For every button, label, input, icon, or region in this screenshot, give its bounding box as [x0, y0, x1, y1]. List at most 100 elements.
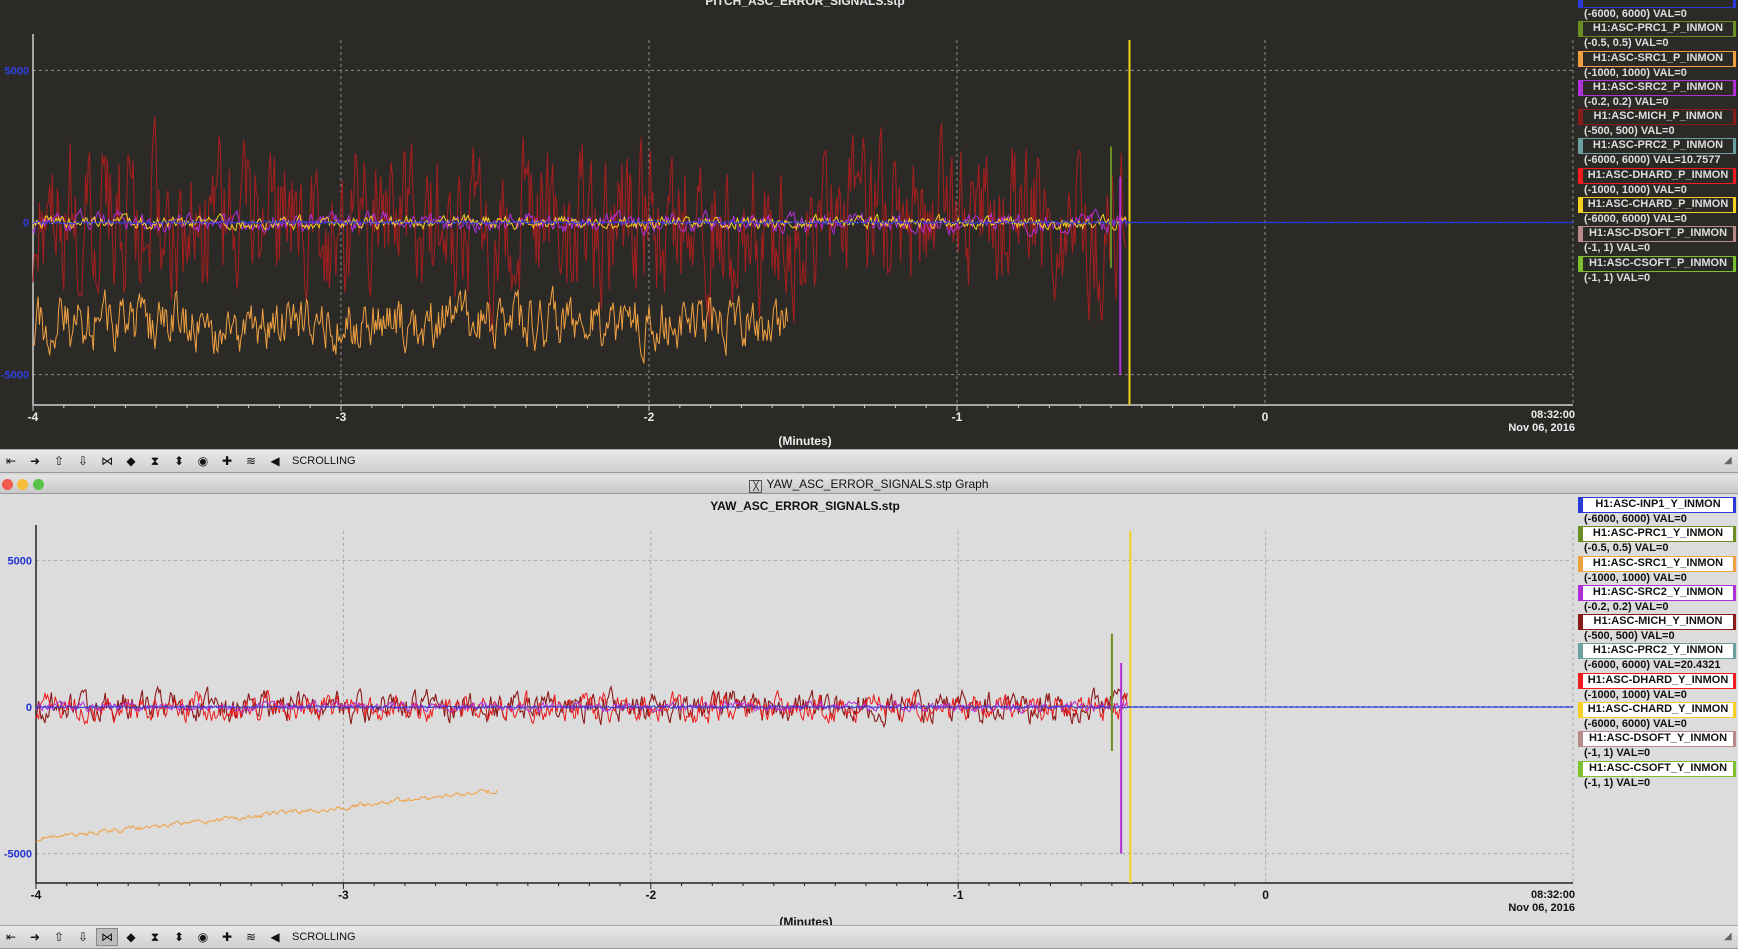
legend-channel-range: (-0.5, 0.5) VAL=0: [1584, 542, 1669, 555]
yaw-legend-item[interactable]: H1:ASC-DHARD_Y_INMON (-1000, 1000) VAL=0: [1578, 672, 1736, 702]
legend-channel-range: (-1000, 1000) VAL=0: [1584, 66, 1687, 79]
scroll-up-icon[interactable]: ⇧: [48, 452, 70, 470]
series-trace: [35, 789, 498, 843]
pitch-legend-item[interactable]: H1:ASC-SRC2_P_INMON (-0.2, 0.2) VAL=0: [1578, 79, 1736, 109]
pitch-legend-item[interactable]: H1:ASC-DHARD_P_INMON (-1000, 1000) VAL=0: [1578, 167, 1736, 197]
target-icon[interactable]: ◉: [192, 452, 214, 470]
legend-channel-range: (-1, 1) VAL=0: [1584, 747, 1651, 760]
x-tick-label: -4: [28, 410, 39, 424]
scroll-down-icon[interactable]: ⇩: [72, 928, 94, 946]
legend-channel-name: H1:ASC-PRC2_Y_INMON: [1578, 643, 1736, 660]
x-tick-label: -3: [338, 888, 349, 902]
legend-channel-name: H1:ASC-DSOFT_P_INMON: [1578, 226, 1736, 243]
legend-channel-name: H1:ASC-CHARD_Y_INMON: [1578, 702, 1736, 719]
zoom-y-out-icon[interactable]: ⬍: [168, 928, 190, 946]
zoom-x-in-icon[interactable]: ⋈: [96, 928, 118, 946]
x-tick-label: -1: [953, 888, 964, 902]
legend-channel-range: (-6000, 6000) VAL=0: [1584, 213, 1687, 226]
legend-channel-name: H1:ASC-SRC2_P_INMON: [1578, 79, 1736, 96]
autoscale-icon[interactable]: ≋: [240, 928, 262, 946]
yaw-date-end: Nov 06, 2016: [1508, 902, 1575, 914]
legend-channel-range: (-1000, 1000) VAL=0: [1584, 183, 1687, 196]
x-tick-label: -2: [645, 888, 656, 902]
add-icon[interactable]: ✚: [216, 928, 238, 946]
yaw-legend-item[interactable]: H1:ASC-DSOFT_Y_INMON (-1, 1) VAL=0: [1578, 731, 1736, 760]
zoom-y-in-icon[interactable]: ⧗: [144, 452, 166, 470]
legend-channel-name: H1:ASC-DHARD_Y_INMON: [1578, 672, 1736, 689]
resize-grip-icon[interactable]: ◢: [1724, 931, 1736, 943]
pitch-legend-item[interactable]: H1:ASC-PRC2_P_INMON (-6000, 6000) VAL=10.…: [1578, 138, 1736, 167]
yaw-legend-item[interactable]: H1:ASC-MICH_Y_INMON (-500, 500) VAL=0: [1578, 614, 1736, 643]
pitch-legend-item[interactable]: H1:ASC-CSOFT_P_INMON (-1, 1) VAL=0: [1578, 255, 1736, 285]
y-tick-label: 0: [26, 702, 32, 714]
legend-channel-range: (-1, 1) VAL=0: [1584, 776, 1651, 789]
yaw-legend-item[interactable]: H1:ASC-CSOFT_Y_INMON (-1, 1) VAL=0: [1578, 760, 1736, 790]
yaw-legend-item[interactable]: H1:ASC-PRC1_Y_INMON (-0.5, 0.5) VAL=0: [1578, 526, 1736, 555]
x-tick-label: -4: [31, 888, 42, 902]
yaw-legend-item[interactable]: H1:ASC-INP1_Y_INMON (-6000, 6000) VAL=0: [1578, 497, 1736, 526]
zoom-y-in-icon[interactable]: ⧗: [144, 928, 166, 946]
y-tick-label: 0: [23, 218, 29, 230]
yaw-window-titlebar[interactable]: ╳ YAW_ASC_ERROR_SIGNALS.stp Graph: [0, 475, 1738, 494]
pitch-legend-item[interactable]: H1:ASC-CHARD_P_INMON (-6000, 6000) VAL=0: [1578, 197, 1736, 226]
rewind-icon[interactable]: ◀: [264, 452, 286, 470]
y-tick-label: -5000: [4, 849, 32, 861]
pitch-timestamp: 08:32:00 Nov 06, 2016: [1455, 409, 1575, 435]
legend-channel-name: H1:ASC-DSOFT_Y_INMON: [1578, 731, 1736, 748]
scroll-right-icon[interactable]: ➜: [24, 928, 46, 946]
target-icon[interactable]: ◉: [192, 928, 214, 946]
add-icon[interactable]: ✚: [216, 452, 238, 470]
yaw-legend-item[interactable]: H1:ASC-CHARD_Y_INMON (-6000, 6000) VAL=0: [1578, 702, 1736, 731]
legend-channel-range: (-6000, 6000) VAL=20.4321: [1584, 659, 1721, 672]
pitch-legend-item[interactable]: H1:ASC-PRC1_P_INMON (-0.5, 0.5) VAL=0: [1578, 21, 1736, 50]
pitch-legend-item[interactable]: (-6000, 6000) VAL=0: [1578, 0, 1736, 21]
legend-channel-name: H1:ASC-SRC1_Y_INMON: [1578, 555, 1736, 572]
legend-channel-range: (-1, 1) VAL=0: [1584, 271, 1651, 284]
legend-channel-name: H1:ASC-CSOFT_P_INMON: [1578, 255, 1736, 272]
yaw-legend-item[interactable]: H1:ASC-PRC2_Y_INMON (-6000, 6000) VAL=20.…: [1578, 643, 1736, 672]
scroll-down-icon[interactable]: ⇩: [72, 452, 94, 470]
resize-grip-icon[interactable]: ◢: [1724, 455, 1736, 467]
y-tick-label: 5000: [5, 65, 29, 77]
pitch-x-axis-label: (Minutes): [778, 434, 832, 448]
yaw-timestamp: 08:32:00 Nov 06, 2016: [1455, 889, 1575, 915]
legend-channel-name: H1:ASC-CHARD_P_INMON: [1578, 197, 1736, 214]
legend-channel-range: (-0.5, 0.5) VAL=0: [1584, 37, 1669, 50]
scroll-right-icon[interactable]: ➜: [24, 452, 46, 470]
scroll-left-icon[interactable]: ⇤: [0, 452, 22, 470]
legend-channel-name: H1:ASC-SRC1_P_INMON: [1578, 50, 1736, 67]
zoom-x-in-icon[interactable]: ⋈: [96, 452, 118, 470]
yaw-legend: H1:ASC-INP1_Y_INMON (-6000, 6000) VAL=0 H1…: [1578, 497, 1736, 790]
pitch-legend-item[interactable]: H1:ASC-SRC1_P_INMON (-1000, 1000) VAL=0: [1578, 50, 1736, 80]
pitch-legend-item[interactable]: H1:ASC-DSOFT_P_INMON (-1, 1) VAL=0: [1578, 226, 1736, 255]
x-tick-label: -3: [336, 410, 347, 424]
legend-channel-range: (-0.2, 0.2) VAL=0: [1584, 95, 1669, 108]
scroll-left-icon[interactable]: ⇤: [0, 928, 22, 946]
legend-channel-name: H1:ASC-SRC2_Y_INMON: [1578, 584, 1736, 601]
y-tick-label: 5000: [8, 555, 32, 567]
zoom-x-out-icon[interactable]: ◆: [120, 452, 142, 470]
legend-channel-name: H1:ASC-MICH_P_INMON: [1578, 109, 1736, 126]
legend-channel-range: (-0.2, 0.2) VAL=0: [1584, 600, 1669, 613]
pitch-graph-panel: PITCH_ASC_ERROR_SIGNALS.stp -4 -3 -2 -1 0 500…: [0, 0, 1738, 470]
legend-channel-name: H1:ASC-MICH_Y_INMON: [1578, 614, 1736, 631]
scroll-up-icon[interactable]: ⇧: [48, 928, 70, 946]
legend-channel-name: H1:ASC-PRC1_Y_INMON: [1578, 526, 1736, 543]
rewind-icon[interactable]: ◀: [264, 928, 286, 946]
yaw-graph-window: ╳ YAW_ASC_ERROR_SIGNALS.stp Graph YAW_ASC…: [0, 475, 1738, 948]
yaw-plot-area[interactable]: -4 -3 -2 -1 0 5000 0 -5000: [0, 493, 1578, 913]
yaw-legend-item[interactable]: H1:ASC-SRC1_Y_INMON (-1000, 1000) VAL=0: [1578, 555, 1736, 585]
mode-label: SCROLLING: [292, 455, 356, 467]
legend-channel-name: H1:ASC-PRC2_P_INMON: [1578, 138, 1736, 155]
x-tick-label: -1: [952, 410, 963, 424]
autoscale-icon[interactable]: ≋: [240, 452, 262, 470]
yaw-legend-item[interactable]: H1:ASC-SRC2_Y_INMON (-0.2, 0.2) VAL=0: [1578, 584, 1736, 614]
pitch-legend-item[interactable]: H1:ASC-MICH_P_INMON (-500, 500) VAL=0: [1578, 109, 1736, 138]
mode-label: SCROLLING: [292, 931, 356, 943]
zoom-y-out-icon[interactable]: ⬍: [168, 452, 190, 470]
legend-channel-range: (-6000, 6000) VAL=0: [1584, 8, 1687, 20]
legend-channel-name: H1:ASC-INP1_Y_INMON: [1578, 497, 1736, 513]
legend-channel-range: (-6000, 6000) VAL=0: [1584, 513, 1687, 525]
zoom-x-out-icon[interactable]: ◆: [120, 928, 142, 946]
pitch-plot-area[interactable]: -4 -3 -2 -1 0 5000 0 -5000: [0, 0, 1578, 450]
